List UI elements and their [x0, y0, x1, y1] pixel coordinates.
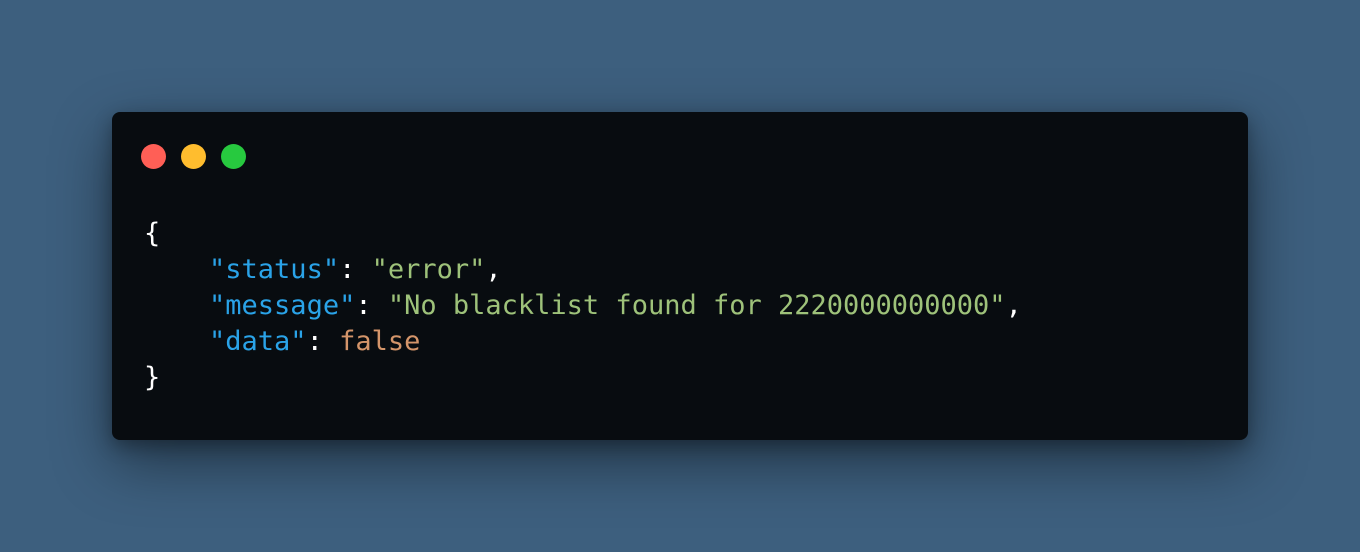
status-key: "status" — [209, 254, 340, 285]
open-brace: { — [144, 218, 161, 249]
message-separator: : — [355, 290, 388, 321]
message-value: "No blacklist found for 2220000000000" — [387, 290, 1006, 321]
code-line-status: "status": "error", — [144, 252, 1022, 288]
message-key: "message" — [209, 290, 356, 321]
minimize-window-dot[interactable] — [181, 144, 206, 169]
status-value: "error" — [371, 254, 486, 285]
json-code-block: { "status": "error", "message": "No blac… — [144, 216, 1022, 396]
data-separator: : — [306, 326, 340, 357]
code-line-data: "data": false — [144, 324, 1022, 360]
code-window: { "status": "error", "message": "No blac… — [112, 112, 1248, 440]
data-value: false — [339, 326, 421, 357]
close-brace: } — [144, 362, 161, 393]
code-line-close: } — [144, 360, 1022, 396]
code-line-open: { — [144, 216, 1022, 252]
close-window-dot[interactable] — [141, 144, 166, 169]
status-comma: , — [485, 254, 502, 285]
data-key: "data" — [209, 326, 307, 357]
status-separator: : — [339, 254, 372, 285]
message-comma: , — [1005, 290, 1022, 321]
maximize-window-dot[interactable] — [221, 144, 246, 169]
code-line-message: "message": "No blacklist found for 22200… — [144, 288, 1022, 324]
